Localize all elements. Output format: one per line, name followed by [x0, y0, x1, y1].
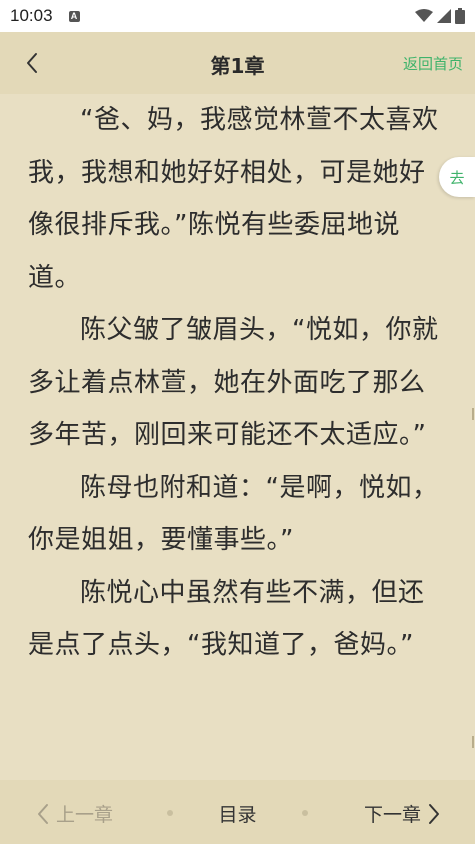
status-icons	[415, 8, 465, 24]
next-chapter-button[interactable]: 下一章	[364, 800, 441, 827]
battery-icon	[455, 8, 465, 24]
wifi-icon	[415, 9, 433, 22]
chevron-right-icon	[429, 803, 439, 824]
status-bar: 10:03 A	[0, 0, 475, 32]
bottom-nav: 上一章 目录 下一章	[0, 780, 475, 844]
paragraph: 陈母也附和道：“是啊，悦如，你是姐姐，要懂事些。”	[28, 472, 439, 556]
chapter-content: “爸、妈，我感觉林萱不太喜欢我，我想和她好好相处，可是她好像很排斥我。”陈悦有些…	[0, 94, 475, 780]
paragraph: 陈父皱了皱眉头，“悦如，你就多让着点林萱，她在外面吃了那么多年苦，刚回来可能还不…	[28, 315, 439, 450]
next-chapter-label: 下一章	[363, 804, 421, 826]
signal-icon	[437, 9, 451, 23]
go-float-button[interactable]: 去	[439, 157, 475, 197]
reader-header: 第1章 返回首页	[0, 32, 475, 94]
edge-tick	[472, 736, 474, 748]
a-badge-icon: A	[68, 10, 80, 22]
paragraph: 陈悦心中虽然有些不满，但还是点了点头，“我知道了，爸妈。”	[28, 577, 425, 661]
edge-tick	[472, 408, 474, 420]
paragraph: “爸、妈，我感觉林萱不太喜欢我，我想和她好好相处，可是她好像很排斥我。”陈悦有些…	[28, 105, 439, 293]
status-time: 10:03	[10, 6, 53, 25]
return-home-link[interactable]: 返回首页	[403, 53, 463, 74]
nav-separator-dot	[302, 810, 308, 816]
